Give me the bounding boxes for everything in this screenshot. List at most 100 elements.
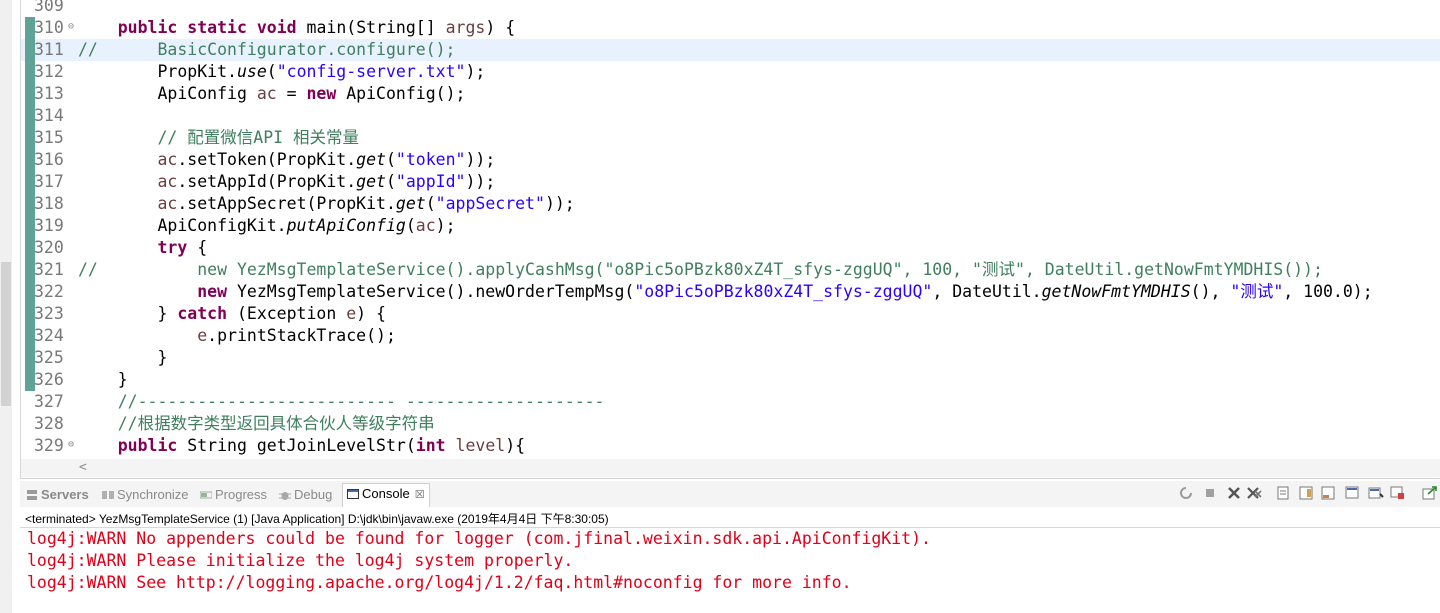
fold-toggle-icon[interactable]: ⊖	[68, 437, 74, 453]
scroll-left-arrow-icon[interactable]: <	[79, 459, 87, 477]
code-text: } catch (Exception e) {	[78, 304, 386, 323]
code-text: // 配置微信API 相关常量	[78, 128, 360, 147]
code-text: public String getJoinLevelStr(int level)…	[117, 436, 526, 455]
scrollbar-thumb[interactable]	[1, 262, 11, 406]
code-line[interactable]: 329 ⊖ public String getJoinLevelStr(int l…	[21, 435, 1440, 457]
code-line[interactable]: 328 //根据数字类型返回具体合伙人等级字符串	[21, 413, 1440, 435]
code-line[interactable]: 319 ApiConfigKit.putApiConfig(ac);	[21, 215, 1440, 237]
line-number: 318	[34, 194, 64, 213]
horizontal-scrollbar[interactable]: <	[21, 459, 1440, 477]
code-line[interactable]: 323 } catch (Exception e) {	[21, 303, 1440, 325]
line-number: 324	[34, 326, 64, 345]
line-number: 309	[34, 0, 64, 15]
tab-console[interactable]: Console ☒	[342, 483, 430, 507]
line-number: 316	[34, 150, 64, 169]
tab-label: Console	[362, 486, 410, 501]
code-line[interactable]: 325 }	[21, 347, 1440, 369]
tab-label: Synchronize	[117, 487, 189, 502]
line-number: 310	[34, 18, 64, 37]
code-line[interactable]: 324 e.printStackTrace();	[21, 325, 1440, 347]
code-line[interactable]: 312 PropKit.use("config-server.txt");	[21, 61, 1440, 83]
code-line[interactable]: 327 //-------------------------- -------…	[21, 391, 1440, 413]
line-number: 313	[34, 84, 64, 103]
code-line[interactable]: 326 }	[21, 369, 1440, 391]
tab-servers[interactable]: Servers	[26, 485, 89, 505]
remove-launch-icon[interactable]	[1226, 485, 1242, 501]
code-text: // new YezMsgTemplateService().applyCash…	[78, 260, 1323, 279]
bottom-panel-tabbar: Servers Synchronize Progress Debug Conso…	[20, 481, 1440, 507]
code-text: ac.setAppSecret(PropKit.get("appSecret")…	[157, 194, 575, 213]
clear-console-icon[interactable]	[1276, 485, 1292, 501]
pin-console-icon[interactable]	[1368, 485, 1384, 501]
synchronize-icon	[102, 491, 114, 499]
code-line[interactable]: 322 new YezMsgTemplateService().newOrder…	[21, 281, 1440, 303]
line-number: 328	[34, 414, 64, 433]
code-line[interactable]: 316 ac.setToken(PropKit.get("token"));	[21, 149, 1440, 171]
code-text: //-------------------------- -----------…	[78, 392, 605, 411]
close-icon[interactable]: ☒	[415, 489, 425, 501]
line-number: 314	[34, 106, 64, 125]
tab-progress[interactable]: Progress	[200, 485, 267, 505]
code-text: //根据数字类型返回具体合伙人等级字符串	[78, 414, 435, 433]
console-icon	[347, 489, 359, 499]
console-process-description: <terminated> YezMsgTemplateService (1) […	[25, 512, 609, 526]
tab-synchronize[interactable]: Synchronize	[102, 485, 189, 505]
scroll-lock-icon[interactable]	[1298, 485, 1314, 501]
line-number: 325	[34, 348, 64, 367]
code-text: ApiConfig ac = new ApiConfig();	[78, 84, 466, 103]
line-number: 312	[34, 62, 64, 81]
code-line[interactable]: 309	[21, 0, 1440, 17]
remove-all-terminated-icon[interactable]	[1246, 485, 1262, 501]
code-line[interactable]: 315 // 配置微信API 相关常量	[21, 127, 1440, 149]
line-number: 326	[34, 370, 64, 389]
code-editor[interactable]: 329 ⊖ public String getJoinLevelStr(int l…	[20, 0, 1440, 479]
code-text: PropKit.use("config-server.txt");	[78, 62, 486, 81]
debug-bug-icon	[279, 492, 291, 500]
code-text: public static void main(String[] args) {	[117, 18, 516, 37]
word-wrap-icon[interactable]	[1320, 485, 1336, 501]
code-text: ApiConfigKit.putApiConfig(ac);	[78, 216, 456, 235]
tab-label: Progress	[215, 487, 268, 502]
open-console-icon[interactable]	[1422, 485, 1438, 501]
console-line: log4j:WARN No appenders could be found f…	[27, 529, 931, 548]
code-text: }	[78, 348, 168, 367]
console-line: log4j:WARN See http://logging.apache.org…	[27, 573, 852, 592]
console-line: log4j:WARN Please initialize the log4j s…	[27, 551, 574, 570]
code-line[interactable]: 321 // new YezMsgTemplateService().applyC…	[21, 259, 1440, 281]
code-text: e.printStackTrace();	[197, 326, 396, 345]
code-line[interactable]: 314	[21, 105, 1440, 127]
line-number: 329	[34, 436, 64, 455]
line-number: 320	[34, 238, 64, 257]
line-number: 317	[34, 172, 64, 191]
code-text: try {	[157, 238, 208, 257]
servers-icon	[27, 490, 37, 500]
code-text: ac.setToken(PropKit.get("token"));	[157, 150, 496, 169]
line-number: 319	[34, 216, 64, 235]
code-text: // BasicConfigurator.configure();	[78, 40, 456, 59]
progress-icon	[200, 491, 212, 499]
code-line[interactable]: 310 ⊖ public static void main(String[] ar…	[21, 17, 1440, 39]
code-text: new YezMsgTemplateService().newOrderTemp…	[197, 282, 1373, 301]
left-scrollbar[interactable]	[0, 0, 12, 613]
tab-label: Servers	[41, 487, 89, 502]
terminate-icon[interactable]	[1202, 485, 1218, 501]
code-line[interactable]: 318 ac.setAppSecret(PropKit.get("appSecr…	[21, 193, 1440, 215]
code-line[interactable]: 311 // BasicConfigurator.configure();	[21, 39, 1440, 61]
display-console-icon[interactable]	[1390, 485, 1406, 501]
code-text: }	[78, 370, 128, 389]
tab-label: Debug	[294, 487, 333, 502]
line-number: 327	[34, 392, 64, 411]
code-line[interactable]: 320 try {	[21, 237, 1440, 259]
code-line[interactable]: 317 ac.setAppId(PropKit.get("appId"));	[21, 171, 1440, 193]
line-number: 315	[34, 128, 64, 147]
reload-icon[interactable]	[1178, 485, 1194, 501]
line-number: 311	[34, 40, 64, 59]
line-number: 322	[34, 282, 64, 301]
code-line[interactable]: 313 ApiConfig ac = new ApiConfig();	[21, 83, 1440, 105]
line-number: 323	[34, 304, 64, 323]
show-on-output-icon[interactable]	[1344, 485, 1360, 501]
code-text: ac.setAppId(PropKit.get("appId"));	[157, 172, 496, 191]
tab-debug[interactable]: Debug	[279, 485, 332, 505]
line-number: 321	[34, 260, 64, 279]
fold-toggle-icon[interactable]: ⊖	[68, 19, 74, 35]
